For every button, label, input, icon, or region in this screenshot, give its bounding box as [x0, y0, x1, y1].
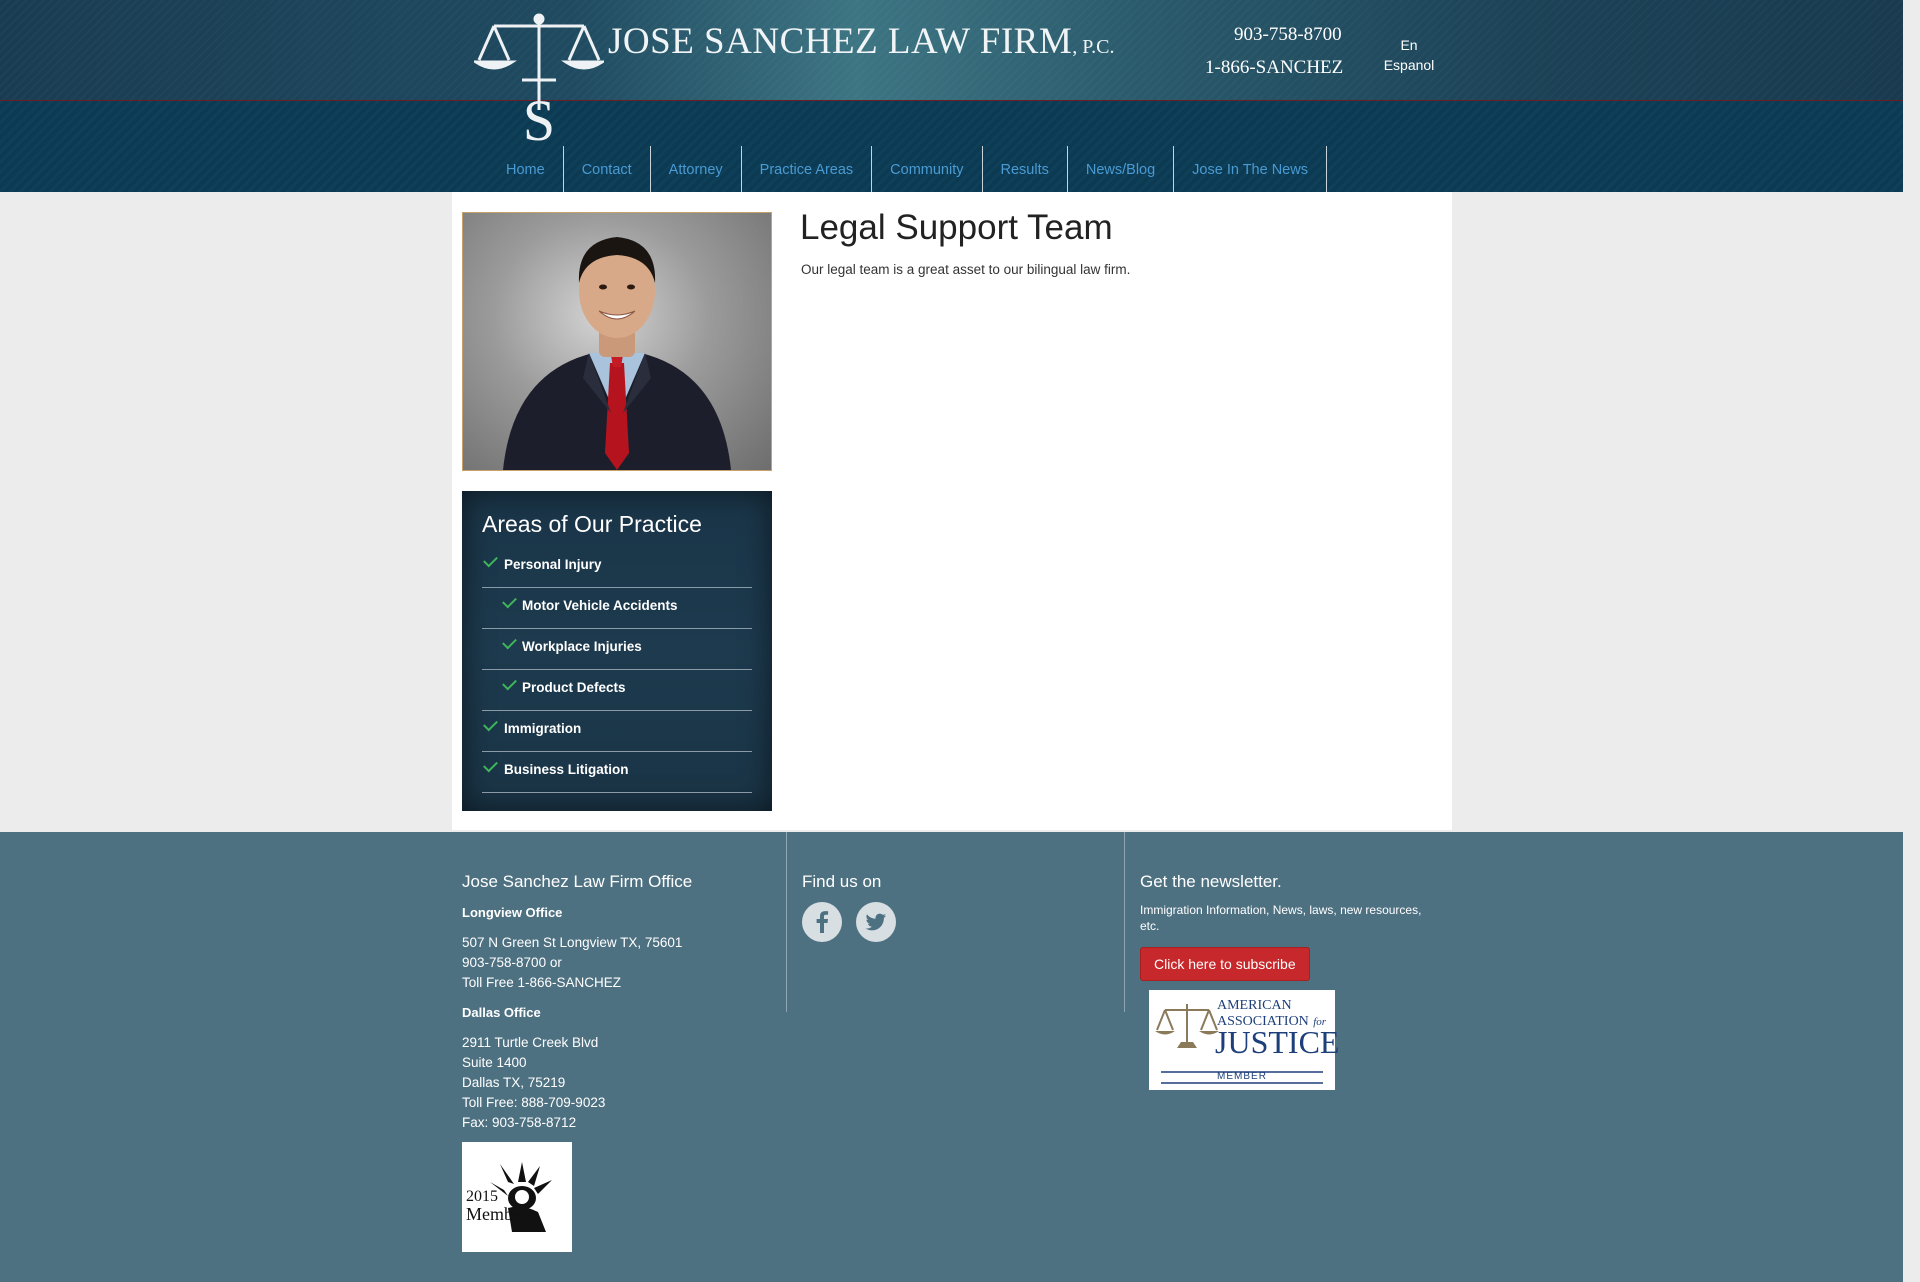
aaj-member-badge[interactable]: AMERICAN ASSOCIATION for JUSTICE MEMBER — [1149, 990, 1339, 1090]
newsletter-title: Get the newsletter. — [1140, 872, 1282, 891]
nav-attorney[interactable]: Attorney — [651, 146, 742, 192]
check-icon — [502, 593, 517, 609]
dallas-city: Dallas TX, 75219 — [462, 1075, 566, 1090]
page-title: Legal Support Team — [800, 208, 1113, 247]
footer-office-title: Jose Sanchez Law Firm Office — [462, 872, 693, 891]
dallas-suite: Suite 1400 — [462, 1055, 527, 1070]
longview-phone[interactable]: 903-758-8700 or — [462, 955, 562, 970]
practice-item-workplace-injuries[interactable]: Workplace Injuries — [482, 629, 752, 670]
firm-name-text: JOSE SANCHEZ LAW FIRM — [608, 21, 1073, 62]
longview-tollfree[interactable]: Toll Free 1-866-SANCHEZ — [462, 975, 621, 990]
aaj-member-label: MEMBER — [1217, 1071, 1267, 1082]
check-icon — [502, 634, 517, 650]
header-phone-primary[interactable]: 903-758-8700 — [1234, 24, 1342, 46]
twitter-icon[interactable] — [856, 902, 896, 942]
svg-text:S: S — [523, 88, 555, 144]
practice-item-business-litigation[interactable]: Business Litigation — [482, 752, 752, 793]
main-nav: Home Contact Attorney Practice Areas Com… — [488, 146, 1327, 192]
nav-home[interactable]: Home — [488, 146, 564, 192]
practice-item-immigration[interactable]: Immigration — [482, 711, 752, 752]
aila-member-badge: 2015 Member — [462, 1142, 572, 1252]
check-icon — [483, 757, 498, 773]
dallas-office-heading: Dallas Office — [462, 1005, 541, 1020]
language-spanish-link[interactable]: Espanol — [1374, 57, 1444, 73]
subscribe-button[interactable]: Click here to subscribe — [1140, 947, 1310, 981]
attorney-portrait — [462, 212, 772, 471]
practice-areas-title: Areas of Our Practice — [482, 511, 702, 537]
newsletter-description: Immigration Information, News, laws, new… — [1140, 903, 1422, 933]
attorney-portrait-illustration — [503, 237, 731, 470]
footer-divider — [1124, 832, 1125, 1012]
practice-item-label: Product Defects — [522, 680, 626, 695]
find-us-title: Find us on — [802, 872, 882, 891]
facebook-icon[interactable] — [802, 902, 842, 942]
dallas-fax: Fax: 903-758-8712 — [462, 1115, 577, 1130]
practice-areas-panel: Areas of Our Practice Personal Injury Mo… — [462, 491, 772, 811]
practice-item-label: Personal Injury — [504, 557, 602, 572]
practice-areas-list: Personal Injury Motor Vehicle Accidents … — [482, 547, 752, 793]
footer-divider — [786, 832, 787, 1012]
nav-community[interactable]: Community — [872, 146, 983, 192]
dallas-street: 2911 Turtle Creek Blvd — [462, 1035, 599, 1050]
page-intro-text: Our legal team is a great asset to our b… — [801, 262, 1131, 277]
longview-office-heading: Longview Office — [462, 905, 563, 920]
language-english-link[interactable]: En — [1374, 37, 1444, 53]
practice-item-label: Immigration — [504, 721, 582, 736]
nav-results[interactable]: Results — [983, 146, 1068, 192]
practice-item-product-defects[interactable]: Product Defects — [482, 670, 752, 711]
nav-jose-in-the-news[interactable]: Jose In The News — [1174, 146, 1327, 192]
check-icon — [502, 675, 517, 691]
firm-name[interactable]: JOSE SANCHEZ LAW FIRM, P.C. — [608, 20, 1115, 63]
header-phone-tollfree[interactable]: 1-866-SANCHEZ — [1205, 57, 1343, 79]
longview-address: 507 N Green St Longview TX, 75601 — [462, 935, 683, 950]
site-header: S JOSE SANCHEZ LAW FIRM, P.C. 903-758-87… — [0, 0, 1903, 192]
nav-contact[interactable]: Contact — [564, 146, 651, 192]
site-footer: Jose Sanchez Law Firm Office Longview Of… — [0, 832, 1903, 1282]
aila-member-label: Member — [466, 1204, 527, 1224]
check-icon — [483, 716, 498, 732]
practice-item-label: Workplace Injuries — [522, 639, 642, 654]
practice-item-label: Motor Vehicle Accidents — [522, 598, 678, 613]
practice-item-motor-vehicle-accidents[interactable]: Motor Vehicle Accidents — [482, 588, 752, 629]
practice-item-label: Business Litigation — [504, 762, 629, 777]
firm-suffix: , P.C. — [1072, 36, 1115, 58]
aaj-justice: JUSTICE — [1215, 1024, 1340, 1060]
main-content: Areas of Our Practice Personal Injury Mo… — [452, 192, 1452, 830]
nav-news-blog[interactable]: News/Blog — [1068, 146, 1175, 192]
nav-practice-areas[interactable]: Practice Areas — [742, 146, 873, 192]
check-icon — [483, 552, 498, 568]
practice-item-personal-injury[interactable]: Personal Injury — [482, 547, 752, 588]
dallas-tollfree[interactable]: Toll Free: 888-709-9023 — [462, 1095, 605, 1110]
scales-of-justice-logo[interactable]: S — [474, 12, 604, 144]
